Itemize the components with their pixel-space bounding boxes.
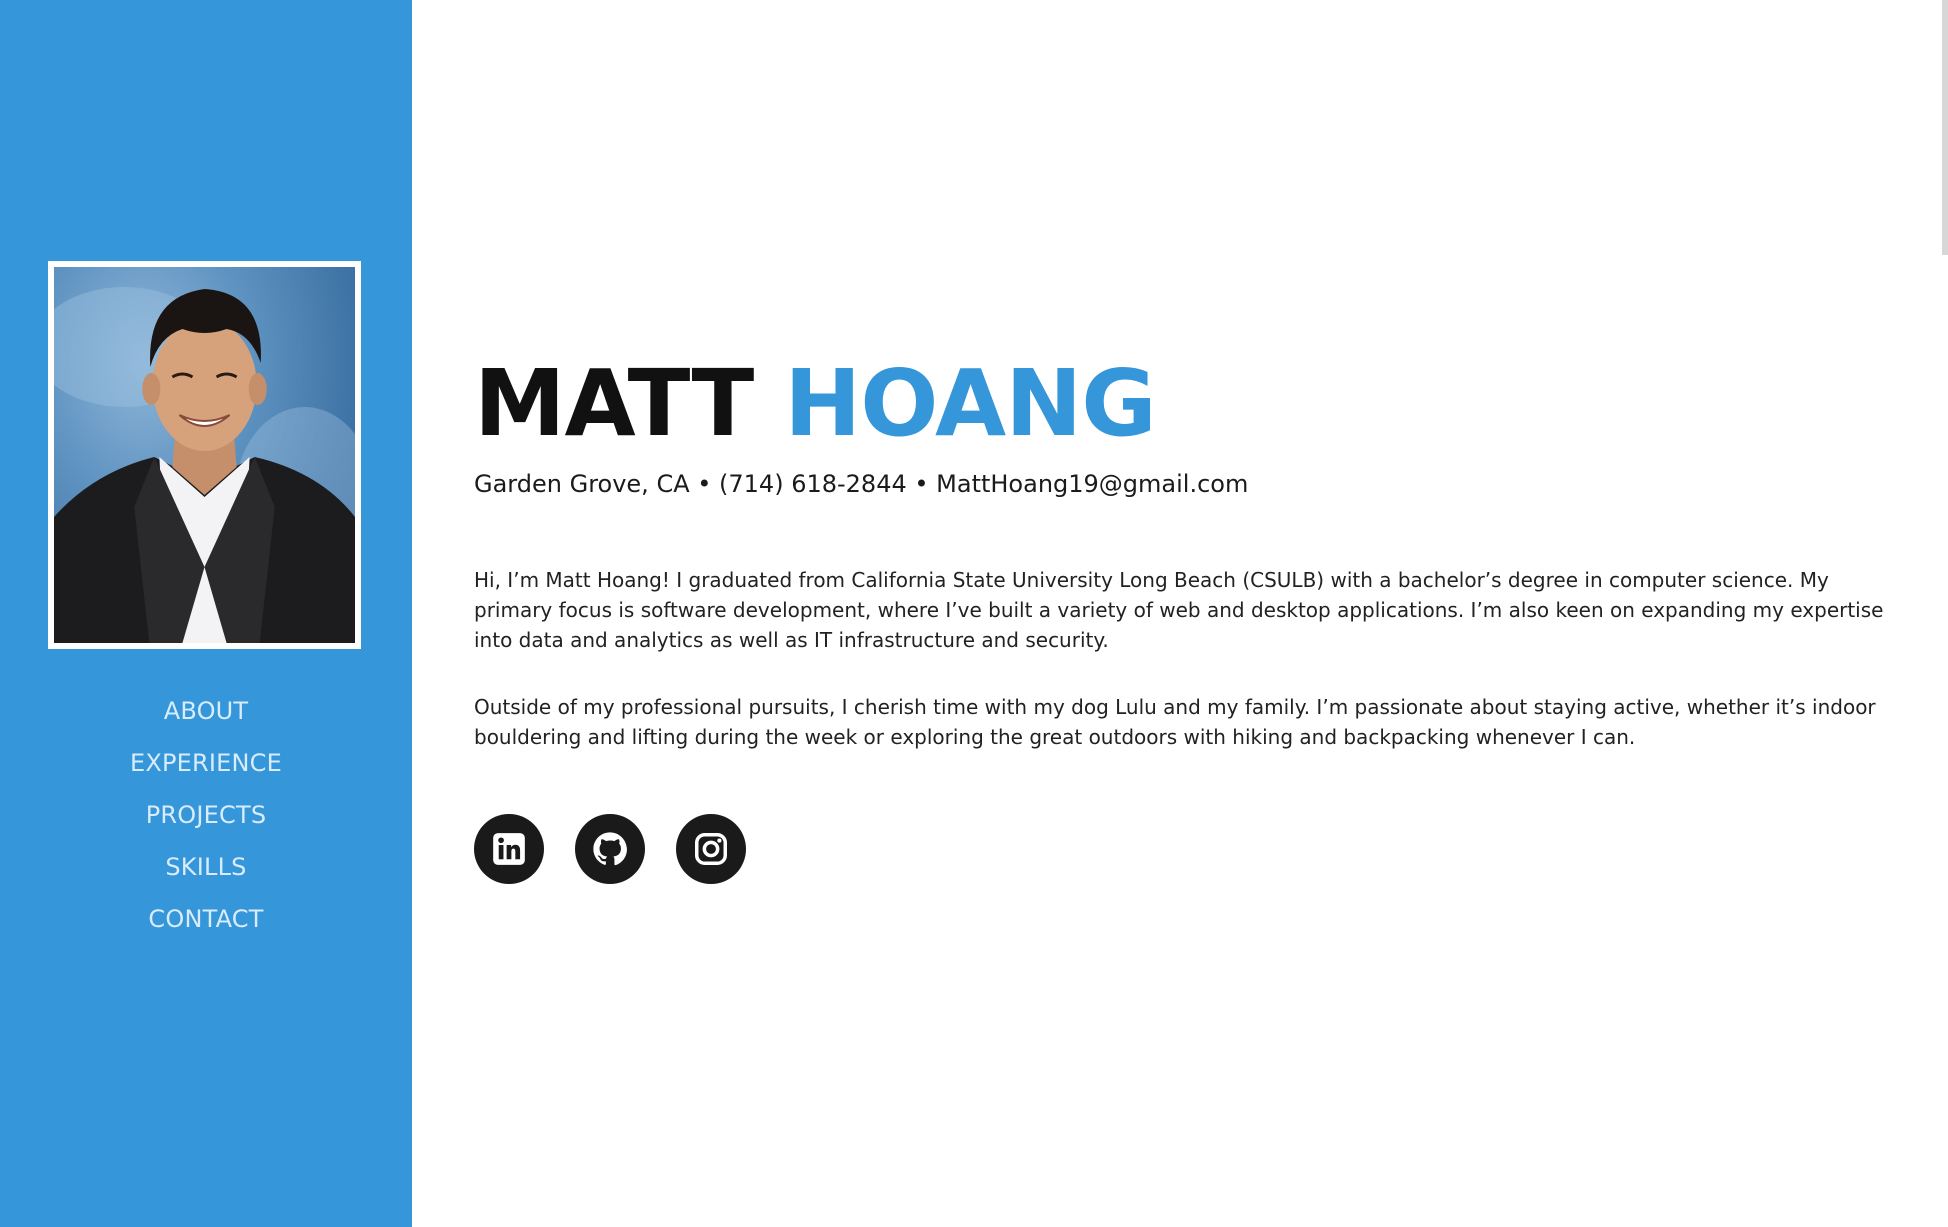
last-name: HOANG bbox=[784, 350, 1156, 457]
instagram-button[interactable] bbox=[676, 814, 746, 884]
page-title: MATT HOANG bbox=[474, 358, 1157, 450]
nav-link-experience[interactable]: EXPERIENCE bbox=[130, 749, 282, 777]
sidebar-nav: ABOUT EXPERIENCE PROJECTS SKILLS CONTACT bbox=[0, 685, 412, 945]
nav-link-skills[interactable]: SKILLS bbox=[165, 853, 246, 881]
instagram-icon bbox=[695, 833, 727, 865]
nav-item-skills: SKILLS bbox=[0, 841, 412, 893]
nav-link-projects[interactable]: PROJECTS bbox=[146, 801, 267, 829]
scrollbar[interactable] bbox=[1942, 0, 1948, 255]
linkedin-button[interactable] bbox=[474, 814, 544, 884]
github-button[interactable] bbox=[575, 814, 645, 884]
first-name: MATT bbox=[474, 350, 754, 457]
social-links bbox=[474, 814, 746, 884]
bio-paragraph-2: Outside of my professional pursuits, I c… bbox=[474, 695, 1876, 749]
profile-photo bbox=[54, 267, 355, 643]
nav-item-contact: CONTACT bbox=[0, 893, 412, 945]
bio-paragraph-1: Hi, I’m Matt Hoang! I graduated from Cal… bbox=[474, 568, 1884, 652]
nav-item-experience: EXPERIENCE bbox=[0, 737, 412, 789]
page: ABOUT EXPERIENCE PROJECTS SKILLS CONTACT… bbox=[0, 0, 1948, 1227]
nav-link-contact[interactable]: CONTACT bbox=[148, 905, 263, 933]
nav-item-projects: PROJECTS bbox=[0, 789, 412, 841]
profile-photo-illustration bbox=[54, 287, 355, 643]
nav-item-about: ABOUT bbox=[0, 685, 412, 737]
github-icon bbox=[593, 832, 627, 866]
profile-photo-frame bbox=[48, 261, 361, 649]
sidebar: ABOUT EXPERIENCE PROJECTS SKILLS CONTACT bbox=[0, 0, 412, 1227]
nav-link-about[interactable]: ABOUT bbox=[164, 697, 249, 725]
linkedin-icon bbox=[493, 833, 525, 865]
contact-line: Garden Grove, CA • (714) 618-2844 • Matt… bbox=[474, 470, 1249, 498]
